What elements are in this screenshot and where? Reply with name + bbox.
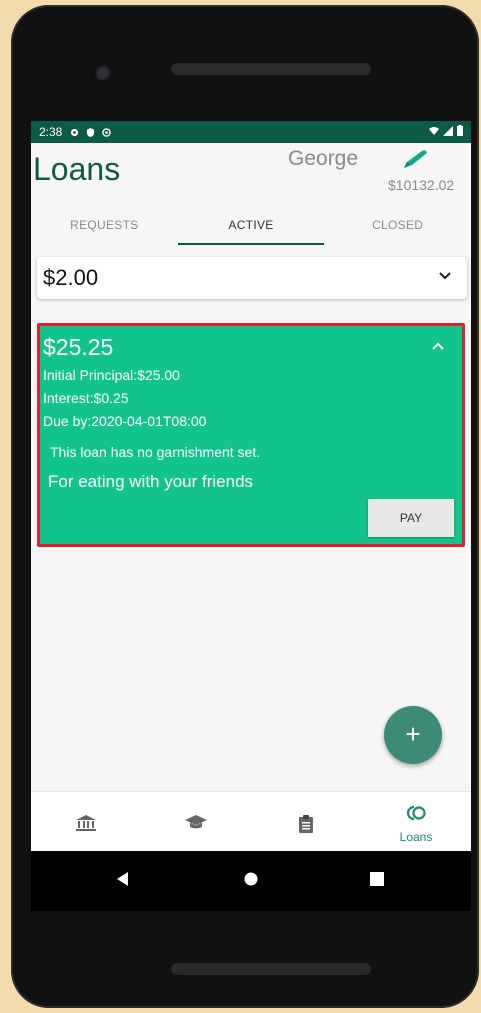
tab-requests[interactable]: REQUESTS	[31, 203, 178, 247]
nav-item-education[interactable]	[141, 792, 251, 851]
loan-description: For eating with your friends	[48, 472, 254, 491]
signal-icon	[443, 125, 453, 136]
loan-due-date: Due by:2020-04-01T08:00	[43, 413, 207, 429]
loan-tabs: REQUESTS ACTIVE CLOSED	[31, 203, 471, 247]
pencil-icon[interactable]	[401, 149, 429, 171]
nav-label-loans: Loans	[399, 830, 433, 844]
system-navigation-bar	[31, 851, 471, 911]
chevron-down-icon	[439, 272, 451, 280]
account-balance: $10132.02	[388, 177, 455, 193]
user-name: George	[288, 147, 359, 170]
front-camera	[97, 67, 109, 79]
app-screen: 2:38 Loans George $10132.02 REQUESTS ACT…	[31, 121, 471, 851]
nav-item-loans[interactable]: Loans	[361, 792, 471, 851]
amount-filter-dropdown[interactable]: $2.00	[37, 257, 467, 299]
nav-item-bank[interactable]	[31, 792, 141, 851]
tab-active[interactable]: ACTIVE	[178, 203, 325, 247]
speaker-grille-bottom	[171, 963, 371, 975]
loan-principal: Initial Principal:$25.00	[43, 367, 180, 383]
pay-button[interactable]: PAY	[368, 499, 454, 537]
wifi-icon	[429, 126, 439, 135]
loan-interest: Interest:$0.25	[43, 390, 129, 406]
gear-icon	[71, 128, 79, 136]
bottom-navigation: Loans	[31, 791, 471, 851]
tab-closed[interactable]: CLOSED	[324, 203, 471, 247]
home-icon[interactable]	[244, 872, 258, 886]
loans-icon	[406, 805, 426, 821]
graduation-cap-icon	[185, 815, 207, 829]
nav-item-clipboard[interactable]	[251, 792, 361, 851]
loan-amount: $25.25	[43, 334, 114, 360]
loan-card[interactable]: $25.25 Initial Principal:$25.00 Interest…	[40, 326, 462, 544]
add-loan-button[interactable]: +	[384, 706, 442, 764]
back-icon[interactable]	[115, 871, 129, 887]
page-title: Loans	[33, 151, 121, 187]
chevron-up-icon[interactable]	[432, 342, 444, 350]
app-header: Loans George $10132.02	[31, 143, 471, 203]
bank-icon	[76, 815, 96, 831]
active-tab-indicator	[178, 243, 324, 245]
recents-icon[interactable]	[370, 872, 384, 886]
battery-icon	[457, 125, 463, 136]
at-icon	[102, 127, 112, 137]
status-time: 2:38	[39, 125, 63, 139]
dropdown-selected-value: $2.00	[43, 265, 99, 290]
clipboard-icon	[299, 815, 313, 833]
status-bar: 2:38	[31, 121, 471, 143]
speaker-grille-top	[171, 63, 371, 75]
loan-garnishment-note: This loan has no garnishment set.	[50, 444, 261, 460]
shield-icon	[87, 127, 95, 137]
